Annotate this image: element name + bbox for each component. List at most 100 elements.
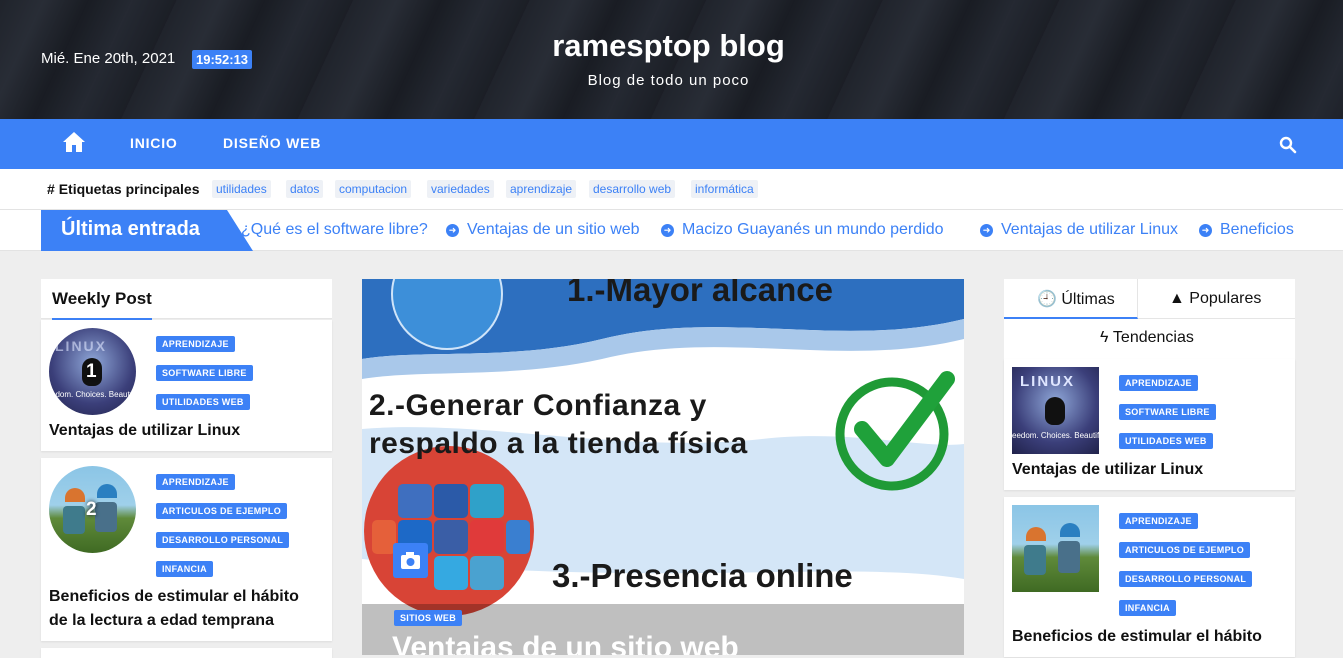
tab-label[interactable]: Últimas xyxy=(1061,291,1114,308)
latest-label: Última entrada xyxy=(41,210,253,251)
hero-text-line: 2.-Generar Confianza y xyxy=(369,389,707,422)
tag-utilidades[interactable]: utilidades xyxy=(212,180,271,198)
ticker-item-text[interactable]: ¿Qué es el software libre? xyxy=(241,221,428,238)
arrow-circle-icon: ➜ xyxy=(980,224,993,237)
arrow-circle-icon: ➜ xyxy=(661,224,674,237)
hash-icon: # xyxy=(47,181,55,197)
thumb-text: LINUX xyxy=(55,338,107,354)
child-figure xyxy=(63,506,85,534)
weekly-post-card[interactable]: LINUX edom. Choices. Beauty 1 APRENDIZAJ… xyxy=(41,320,332,451)
thumb-text: LINUX xyxy=(1020,373,1075,390)
arrow-circle-icon: ➜ xyxy=(1199,224,1212,237)
category-badge[interactable]: DESARROLLO PERSONAL xyxy=(1119,571,1253,587)
post-thumbnail[interactable]: LINUX eedom. Choices. Beautif xyxy=(1012,367,1099,454)
category-badge[interactable]: UTILIDADES WEB xyxy=(1119,433,1213,449)
latest-label-text: Última entrada xyxy=(61,218,200,240)
ticker-item-text[interactable]: Ventajas de un sitio web xyxy=(467,221,640,238)
ticker-item-text[interactable]: Beneficios xyxy=(1220,221,1294,238)
category-badge[interactable]: ARTICULOS DE EJEMPLO xyxy=(1119,542,1251,558)
ticker-item[interactable]: ➜ Beneficios xyxy=(1199,221,1294,239)
category-badge[interactable]: SITIOS WEB xyxy=(394,610,463,626)
post-title[interactable]: Ventajas de utilizar Linux xyxy=(49,419,240,443)
tag-datos[interactable]: datos xyxy=(286,180,324,198)
ticker-item[interactable]: ➜ Macizo Guayanés un mundo perdido xyxy=(661,221,944,239)
category-badge[interactable]: APRENDIZAJE xyxy=(156,474,235,490)
tags-bar: # Etiquetas principales utilidades datos… xyxy=(0,169,1343,210)
featured-post[interactable]: 1.-Mayor alcance 2.-Generar Confianza y … xyxy=(362,279,964,655)
category-badge[interactable]: INFANCIA xyxy=(156,561,213,577)
ticker-item-text[interactable]: Ventajas de utilizar Linux xyxy=(1001,221,1178,238)
tab-tendencias[interactable]: ϟ Tendencias xyxy=(1004,319,1295,359)
tag-aprendizaje[interactable]: aprendizaje xyxy=(506,180,577,198)
category-badge[interactable]: APRENDIZAJE xyxy=(156,336,235,352)
category-badge[interactable]: SOFTWARE LIBRE xyxy=(156,365,253,381)
category-badge[interactable]: APRENDIZAJE xyxy=(1119,513,1198,529)
main-nav: INICIO DISEÑO WEB xyxy=(0,119,1343,169)
tag-informatica[interactable]: informática xyxy=(691,180,758,198)
category-badge[interactable]: INFANCIA xyxy=(1119,600,1176,616)
home-icon[interactable] xyxy=(62,131,86,153)
tab-populares[interactable]: ▲ Populares xyxy=(1138,279,1295,319)
hat-icon xyxy=(65,488,85,502)
child-figure xyxy=(1058,541,1080,573)
weekly-post-header: Weekly Post xyxy=(41,279,332,321)
nav-item-diseno-web[interactable]: DISEÑO WEB xyxy=(223,135,321,151)
category-badge[interactable]: DESARROLLO PERSONAL xyxy=(156,532,290,548)
arrow-circle-icon: ➜ xyxy=(446,224,459,237)
tux-icon xyxy=(1045,397,1065,425)
category-badge[interactable]: SOFTWARE LIBRE xyxy=(1119,404,1216,420)
featured-image xyxy=(362,279,964,655)
thumb-caption: eedom. Choices. Beautif xyxy=(1012,431,1099,440)
hero-text-line: 3.-Presencia online xyxy=(552,557,853,594)
tab-label[interactable]: Tendencias xyxy=(1113,329,1194,346)
post-title[interactable]: Beneficios de estimular el hábito xyxy=(1012,625,1262,649)
hat-icon xyxy=(97,484,117,498)
hero-text-line: respaldo a la tienda física xyxy=(369,427,748,460)
post-title-line[interactable]: Beneficios de estimular el hábito xyxy=(49,585,299,609)
search-icon[interactable] xyxy=(1279,136,1297,154)
featured-post-title[interactable]: Ventajas de un sitio web xyxy=(392,631,739,655)
tab-populares-label[interactable]: ▲ Populares xyxy=(1169,290,1261,308)
fire-icon: ▲ xyxy=(1169,290,1185,307)
sidebar-post-card[interactable]: APRENDIZAJE ARTICULOS DE EJEMPLO DESARRO… xyxy=(1004,497,1295,657)
tag-variedades[interactable]: variedades xyxy=(427,180,494,198)
post-title-line[interactable]: de la lectura a edad temprana xyxy=(49,609,299,633)
latest-ticker: Última entrada ¿Qué es el software libre… xyxy=(0,210,1343,251)
tab-label[interactable]: Populares xyxy=(1189,290,1261,307)
site-header: Mié. Ene 20th, 2021 19:52:13 ramesptop b… xyxy=(0,0,1343,119)
ticker-item[interactable]: ➜ Ventajas de utilizar Linux xyxy=(980,221,1178,239)
post-number: 2 xyxy=(86,499,97,520)
category-badge[interactable]: APRENDIZAJE xyxy=(1119,375,1198,391)
tab-ultimas[interactable]: 🕘 Últimas xyxy=(1004,279,1138,319)
category-badge[interactable]: ARTICULOS DE EJEMPLO xyxy=(156,503,288,519)
sidebar-post-card[interactable]: LINUX eedom. Choices. Beautif APRENDIZAJ… xyxy=(1004,359,1295,490)
weekly-post-card[interactable]: 2 APRENDIZAJE ARTICULOS DE EJEMPLO DESAR… xyxy=(41,458,332,641)
weekly-post-title: Weekly Post xyxy=(52,289,152,321)
tab-ultimas-label[interactable]: 🕘 Últimas xyxy=(1037,289,1115,309)
camera-icon xyxy=(393,543,428,578)
nav-item-inicio[interactable]: INICIO xyxy=(130,135,178,151)
site-title[interactable]: ramesptop blog xyxy=(0,28,1337,64)
post-title[interactable]: Beneficios de estimular el hábito de la … xyxy=(49,585,299,633)
post-thumbnail[interactable] xyxy=(1012,505,1099,592)
tag-desarrollo-web[interactable]: desarrollo web xyxy=(589,180,676,198)
tag-computacion[interactable]: computacion xyxy=(335,180,412,198)
post-title[interactable]: Ventajas de utilizar Linux xyxy=(1012,458,1203,482)
hat-icon xyxy=(1060,523,1080,537)
hero-text-line: 1.-Mayor alcance xyxy=(567,279,833,308)
category-badge[interactable]: UTILIDADES WEB xyxy=(156,394,250,410)
ticker-item[interactable]: ¿Qué es el software libre? xyxy=(241,221,428,239)
tab-tendencias-label[interactable]: ϟ Tendencias xyxy=(1100,329,1194,347)
site-description: Blog de todo un poco xyxy=(587,72,750,89)
tags-title-label: Etiquetas principales xyxy=(58,181,200,197)
bolt-icon: ϟ xyxy=(1100,329,1109,346)
weekly-post-card[interactable] xyxy=(41,648,332,658)
ticker-item[interactable]: ➜ Ventajas de un sitio web xyxy=(446,221,640,239)
ticker-item-text[interactable]: Macizo Guayanés un mundo perdido xyxy=(682,221,944,238)
sidebar-tabs: 🕘 Últimas ▲ Populares ϟ Tendencias xyxy=(1004,279,1295,359)
clock-icon: 🕘 xyxy=(1037,291,1057,308)
thumb-caption: edom. Choices. Beauty xyxy=(51,390,134,399)
hat-icon xyxy=(1026,527,1046,541)
child-figure xyxy=(1024,545,1046,575)
post-number: 1 xyxy=(86,361,97,382)
